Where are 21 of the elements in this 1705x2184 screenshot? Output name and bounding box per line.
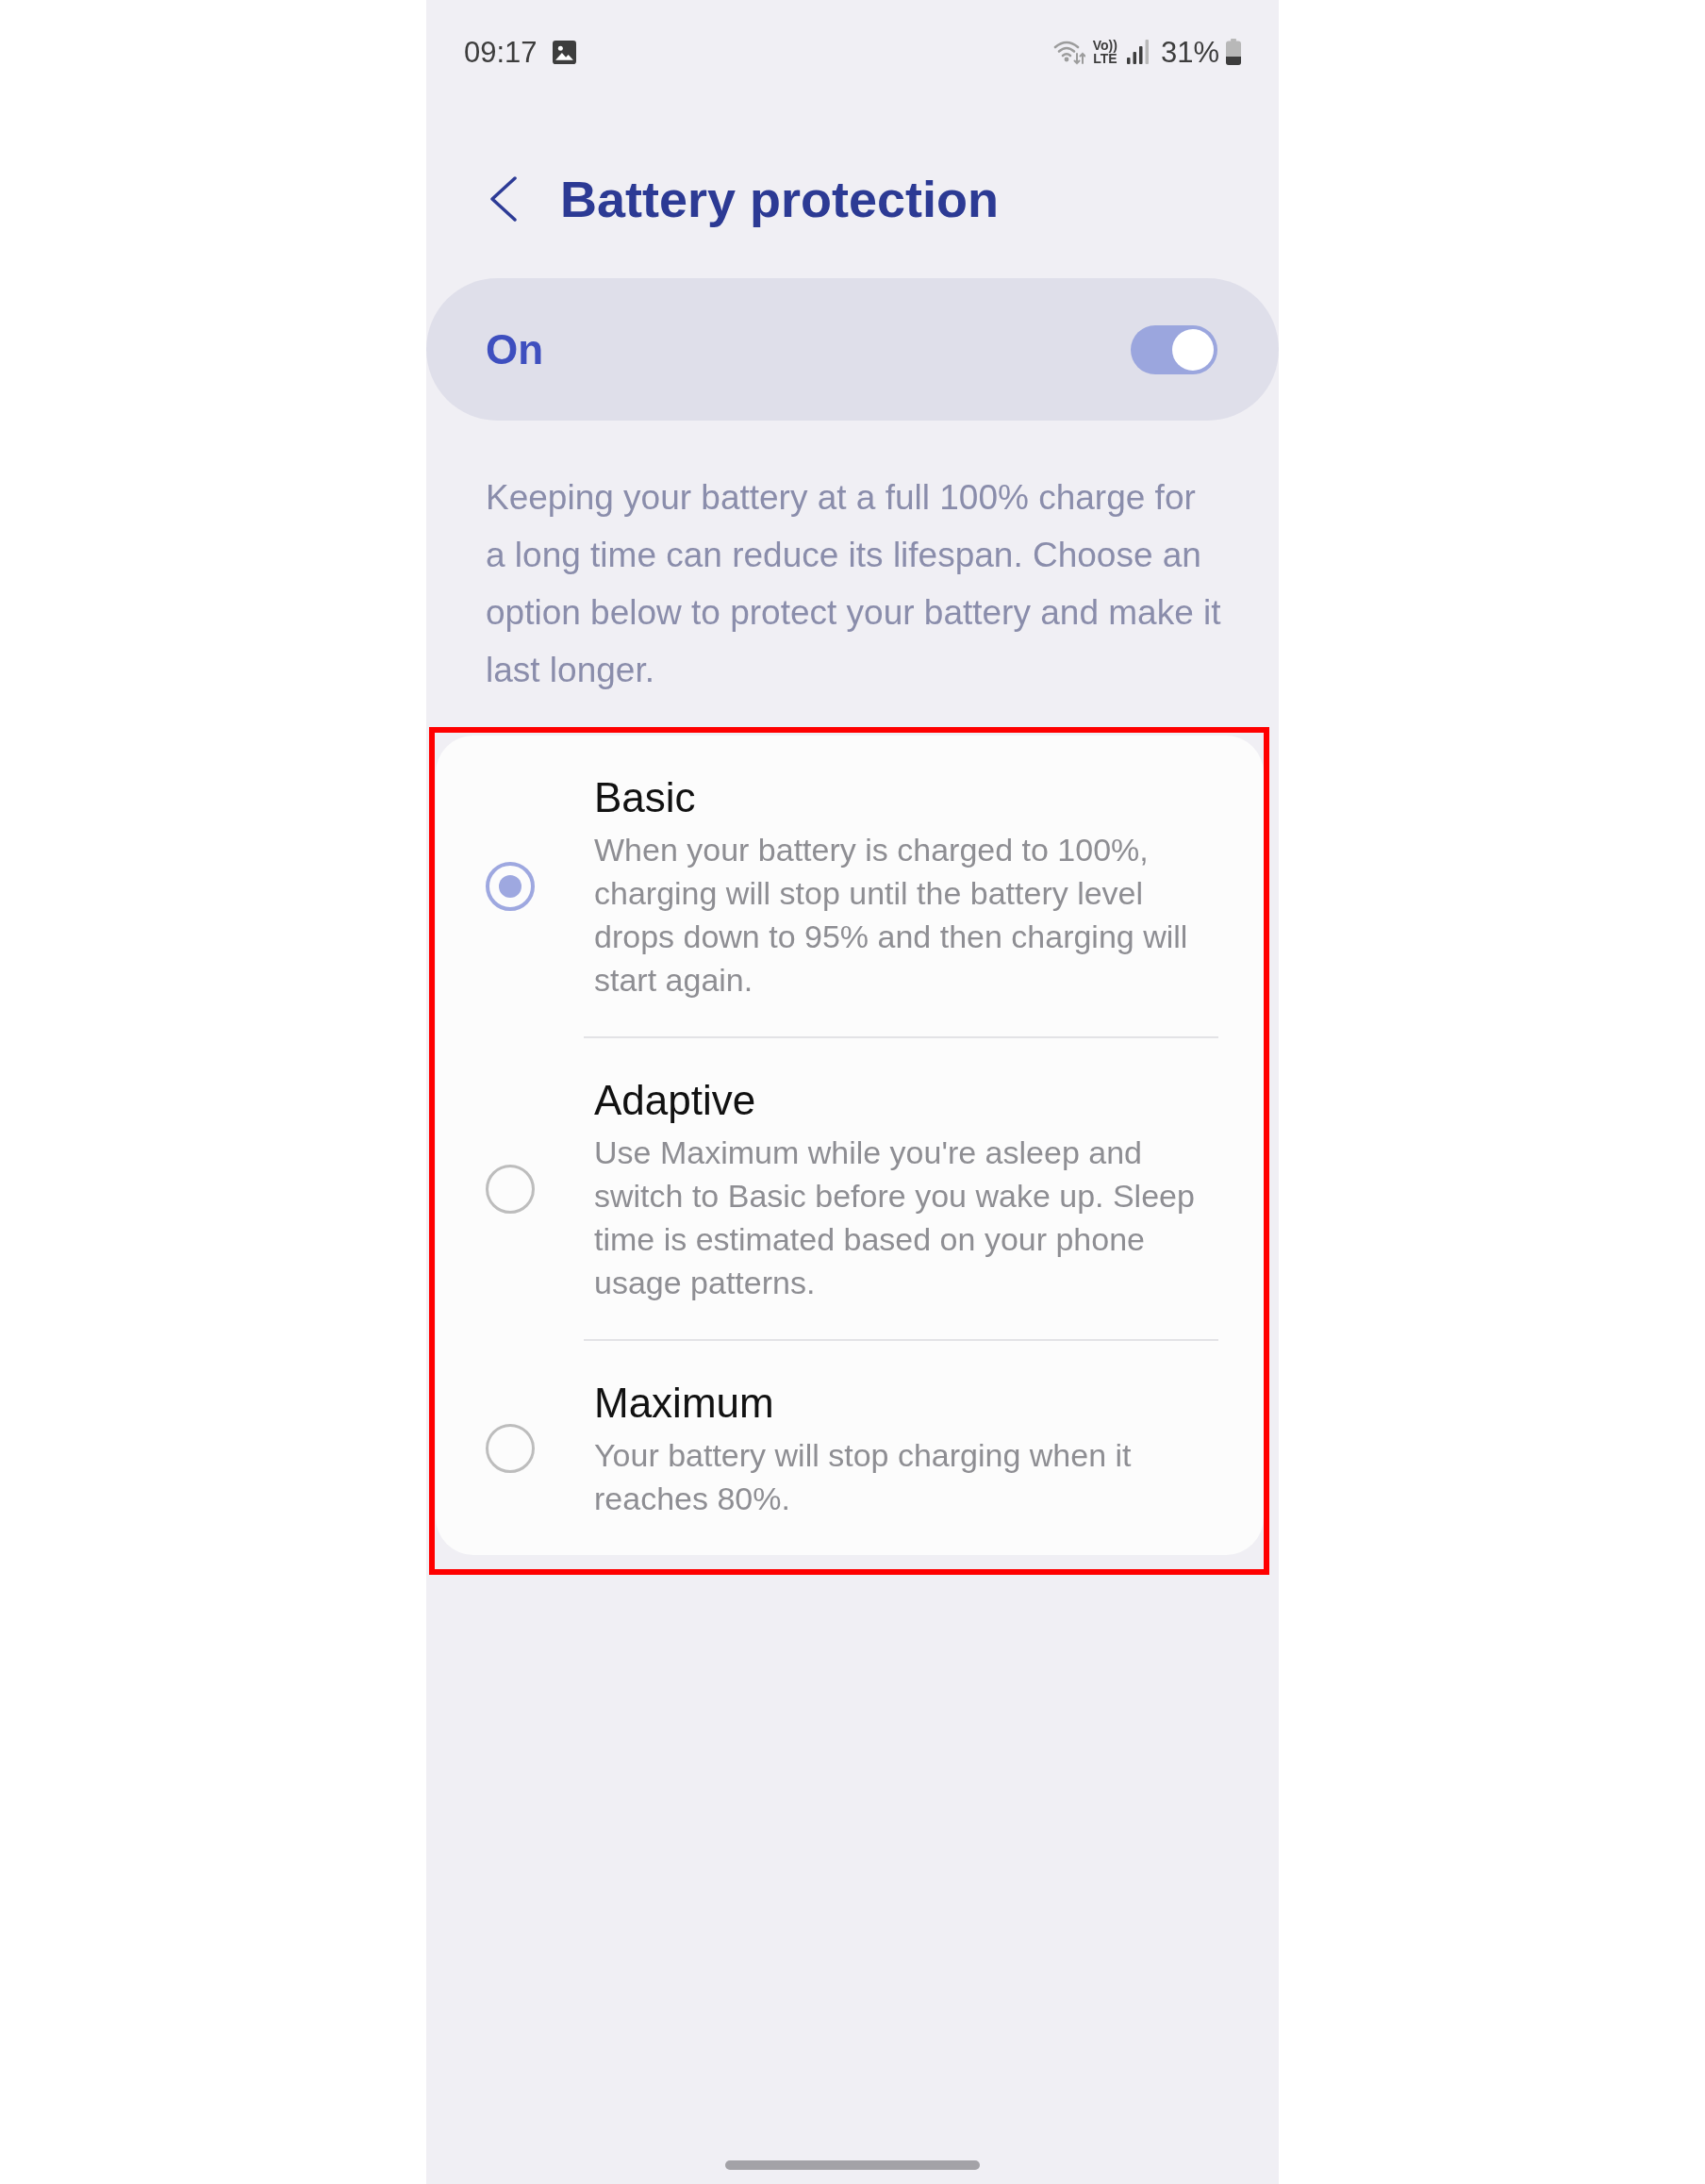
option-title: Maximum: [594, 1379, 775, 1428]
radio-button[interactable]: [486, 862, 535, 911]
wifi-icon: [1052, 39, 1085, 65]
option-description: Your battery will stop charging when it reaches 80%.: [594, 1436, 1133, 1518]
radio-button[interactable]: [486, 1424, 535, 1473]
volte-label: Vo)): [1092, 39, 1117, 52]
signal-icon: [1126, 40, 1149, 64]
option-description: Use Maximum while you're asleep and switch to Basic before you wake up. Sleep time is estimated based on your phone usage patterns.: [594, 1133, 1196, 1302]
image-icon: [552, 40, 576, 64]
back-icon: [490, 176, 517, 222]
radio-button[interactable]: [486, 1165, 535, 1214]
switch-label: On: [486, 328, 544, 371]
option-title: Adaptive: [594, 1076, 757, 1125]
battery-icon: [1226, 39, 1241, 65]
toggle-switch[interactable]: [1131, 324, 1217, 374]
option-description: When your battery is charged to 100%, charging will stop until the battery level drops down to 95% and then charging will start again.: [594, 831, 1189, 1000]
battery-percentage: 31%: [1160, 37, 1219, 67]
network-label: LTE: [1093, 52, 1117, 65]
description-text: Keeping your battery at a full 100% charge for a long time can reduce its lifespan. Choose an option below to protect your battery and make it last longer.: [485, 477, 1222, 691]
option-title: Basic: [594, 773, 697, 822]
status-time: 09:17: [464, 37, 538, 67]
